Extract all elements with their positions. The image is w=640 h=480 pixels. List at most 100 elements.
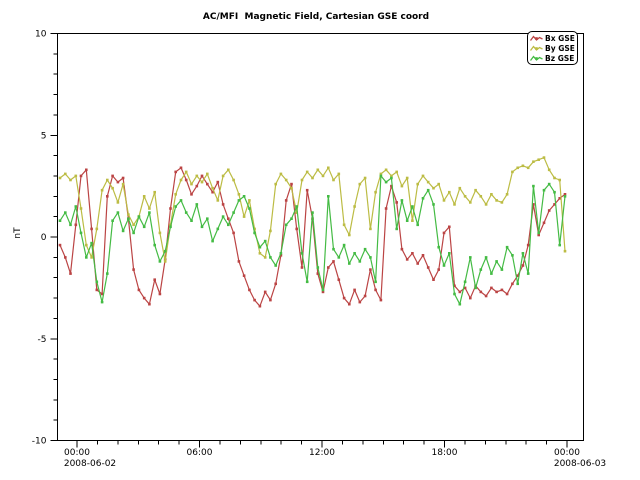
data-point	[422, 254, 425, 257]
data-point	[364, 248, 367, 251]
data-point	[406, 177, 409, 180]
data-point	[369, 268, 372, 271]
data-point	[553, 191, 556, 194]
data-point	[548, 169, 551, 172]
data-point	[469, 297, 472, 300]
data-point	[480, 291, 483, 294]
data-point	[401, 185, 404, 188]
y-tick-label: 10	[35, 30, 47, 40]
data-point	[411, 219, 414, 222]
data-point	[416, 183, 419, 186]
data-point	[353, 252, 356, 255]
data-point	[85, 169, 88, 172]
data-point	[222, 175, 225, 178]
x-tick-label: 06:00	[187, 448, 213, 458]
legend-label-by: By GSE	[545, 44, 575, 53]
data-point	[406, 219, 409, 222]
data-point	[432, 187, 435, 190]
data-point	[69, 179, 72, 182]
data-point	[269, 299, 272, 302]
data-point	[127, 217, 130, 220]
data-point	[359, 301, 362, 304]
x-date-label: 2008-06-03	[554, 459, 606, 469]
data-point	[537, 232, 540, 235]
series-line-by-gse	[60, 158, 565, 262]
data-point	[138, 215, 141, 218]
series-line-bz-gse	[60, 176, 565, 304]
data-point	[90, 242, 93, 245]
legend-item-bz: Bz GSE	[530, 53, 577, 63]
data-point	[443, 199, 446, 202]
data-point	[522, 165, 525, 168]
data-point	[506, 246, 509, 249]
data-point	[274, 264, 277, 267]
data-point	[374, 191, 377, 194]
legend-label-bz: Bz GSE	[545, 54, 574, 63]
data-point	[395, 201, 398, 204]
data-point	[511, 283, 514, 286]
data-point	[380, 175, 383, 178]
data-point	[317, 266, 320, 269]
data-point	[322, 175, 325, 178]
y-tick-label: -10	[32, 437, 47, 447]
data-point	[80, 175, 83, 178]
data-point	[306, 189, 309, 192]
data-point	[101, 301, 104, 304]
data-point	[527, 244, 530, 247]
data-point	[295, 205, 298, 208]
data-point	[169, 226, 172, 229]
data-point	[196, 185, 199, 188]
data-point	[306, 281, 309, 284]
data-point	[301, 266, 304, 269]
data-point	[443, 264, 446, 267]
data-point	[80, 232, 83, 235]
data-point	[232, 232, 235, 235]
data-point	[495, 199, 498, 202]
legend-label-bx: Bx GSE	[545, 34, 575, 43]
data-point	[369, 228, 372, 231]
data-point	[274, 283, 277, 286]
data-point	[527, 272, 530, 275]
data-point	[190, 219, 193, 222]
data-point	[211, 240, 214, 243]
data-point	[227, 224, 230, 227]
data-point	[380, 299, 383, 302]
data-point	[264, 256, 267, 259]
data-point	[474, 189, 477, 192]
data-point	[132, 268, 135, 271]
data-point	[269, 256, 272, 259]
data-point	[227, 169, 230, 172]
data-point	[232, 179, 235, 182]
data-point	[385, 207, 388, 210]
data-point	[290, 183, 293, 186]
data-point	[353, 205, 356, 208]
data-point	[285, 179, 288, 182]
data-point	[511, 254, 514, 257]
data-point	[490, 193, 493, 196]
data-point	[159, 232, 162, 235]
data-point	[527, 167, 530, 170]
data-point	[485, 295, 488, 298]
data-point	[111, 187, 114, 190]
data-point	[217, 228, 220, 231]
data-point	[206, 217, 209, 220]
data-point	[469, 201, 472, 204]
data-point	[558, 179, 561, 182]
data-point	[459, 187, 462, 190]
data-point	[190, 193, 193, 196]
data-point	[59, 177, 62, 180]
data-point	[217, 199, 220, 202]
data-point	[248, 289, 251, 292]
data-point	[148, 211, 151, 214]
data-point	[90, 228, 93, 231]
data-point	[427, 189, 430, 192]
y-axis-label: nT	[13, 221, 23, 245]
data-point	[495, 291, 498, 294]
data-point	[401, 248, 404, 251]
data-point	[495, 260, 498, 263]
data-point	[117, 181, 120, 184]
data-point	[501, 289, 504, 292]
data-point	[190, 183, 193, 186]
data-point	[558, 244, 561, 247]
data-point	[480, 268, 483, 271]
